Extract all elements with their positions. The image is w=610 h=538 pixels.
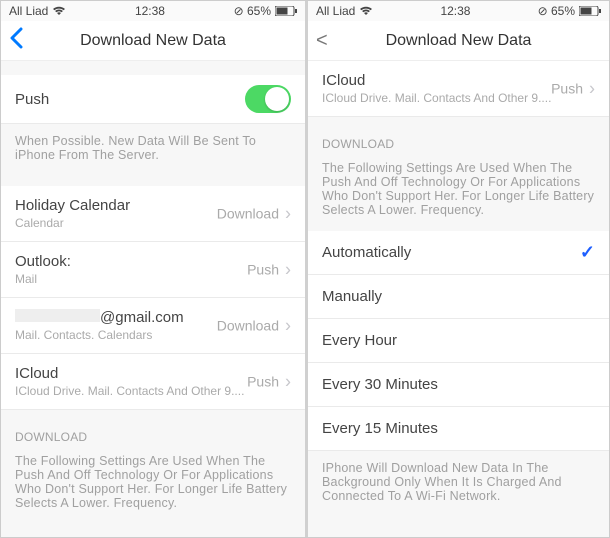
nav-bar: < Download New Data	[308, 21, 609, 61]
phone-screen-accounts: All Liad 12:38 ⊘ 65% Download New Data P…	[1, 1, 305, 537]
option-every-15-minutes[interactable]: Every 15 Minutes	[308, 407, 609, 451]
account-method: Download	[217, 206, 279, 222]
fetch-footer: IPhone Will Download New Data In The Bac…	[308, 451, 609, 513]
battery-icon	[275, 6, 297, 16]
push-label: Push	[15, 91, 49, 108]
status-bar: All Liad 12:38 ⊘ 65%	[1, 1, 305, 21]
download-section-header: DOWNLOAD	[1, 410, 305, 450]
account-icloud[interactable]: ICloud ICloud Drive. Mail. Contacts And …	[308, 61, 609, 117]
back-button[interactable]	[9, 27, 23, 55]
status-time: 12:38	[135, 4, 165, 18]
chevron-right-icon: ›	[285, 203, 291, 224]
account-title: ICloud	[15, 365, 58, 382]
option-manually[interactable]: Manually	[308, 275, 609, 319]
chevron-right-icon: ›	[285, 315, 291, 336]
chevron-right-icon: ›	[285, 259, 291, 280]
option-label: Automatically	[322, 244, 411, 261]
battery-percent: ⊘ 65%	[234, 4, 271, 18]
push-toggle-row[interactable]: Push	[1, 75, 305, 124]
phone-screen-schedule: All Liad 12:38 ⊘ 65% < Download New Data…	[305, 1, 609, 537]
account-method: Push	[247, 374, 279, 390]
account-sub: ICloud Drive. Mail. Contacts And Other 9…	[15, 384, 244, 398]
carrier-label: All Liad	[9, 4, 48, 18]
page-title: Download New Data	[386, 32, 532, 50]
account-title: Outlook:	[15, 253, 71, 270]
account-sub: Calendar	[15, 216, 64, 230]
chevron-right-icon: ›	[589, 78, 595, 99]
download-section-text: The Following Settings Are Used When The…	[1, 450, 305, 520]
battery-percent: ⊘ 65%	[538, 4, 575, 18]
account-gmail[interactable]: @gmail.com Mail. Contacts. Calendars Dow…	[1, 298, 305, 354]
back-button[interactable]: <	[316, 29, 328, 52]
option-label: Manually	[322, 288, 382, 305]
spacer	[1, 61, 305, 75]
account-method: Push	[551, 81, 583, 97]
account-sub: ICloud Drive. Mail. Contacts And Other 9…	[322, 91, 551, 105]
wifi-icon	[52, 6, 66, 16]
account-sub: Mail. Contacts. Calendars	[15, 328, 152, 342]
download-section-text: The Following Settings Are Used When The…	[308, 157, 609, 231]
option-label: Every Hour	[322, 332, 397, 349]
chevron-right-icon: ›	[285, 371, 291, 392]
nav-bar: Download New Data	[1, 21, 305, 61]
battery-icon	[579, 6, 601, 16]
account-outlook[interactable]: Outlook: Mail Push ›	[1, 242, 305, 298]
status-time: 12:38	[440, 4, 470, 18]
account-title: @gmail.com	[15, 309, 184, 326]
account-icloud[interactable]: ICloud ICloud Drive. Mail. Contacts And …	[1, 354, 305, 410]
account-title: ICloud	[322, 72, 365, 89]
account-method: Push	[247, 262, 279, 278]
carrier-label: All Liad	[316, 4, 355, 18]
push-footer: When Possible. New Data Will Be Sent To …	[1, 124, 305, 172]
account-holiday-calendar[interactable]: Holiday Calendar Calendar Download ›	[1, 186, 305, 242]
checkmark-icon: ✓	[580, 242, 595, 263]
account-title: Holiday Calendar	[15, 197, 130, 214]
option-label: Every 15 Minutes	[322, 420, 438, 437]
account-sub: Mail	[15, 272, 37, 286]
spacer	[1, 172, 305, 186]
wifi-icon	[359, 6, 373, 16]
push-toggle[interactable]	[245, 85, 291, 113]
redacted-email-prefix	[15, 309, 100, 322]
status-bar: All Liad 12:38 ⊘ 65%	[308, 1, 609, 21]
download-section-header: DOWNLOAD	[308, 117, 609, 157]
account-method: Download	[217, 318, 279, 334]
option-automatically[interactable]: Automatically ✓	[308, 231, 609, 275]
option-label: Every 30 Minutes	[322, 376, 438, 393]
option-every-30-minutes[interactable]: Every 30 Minutes	[308, 363, 609, 407]
page-title: Download New Data	[80, 32, 226, 50]
option-every-hour[interactable]: Every Hour	[308, 319, 609, 363]
